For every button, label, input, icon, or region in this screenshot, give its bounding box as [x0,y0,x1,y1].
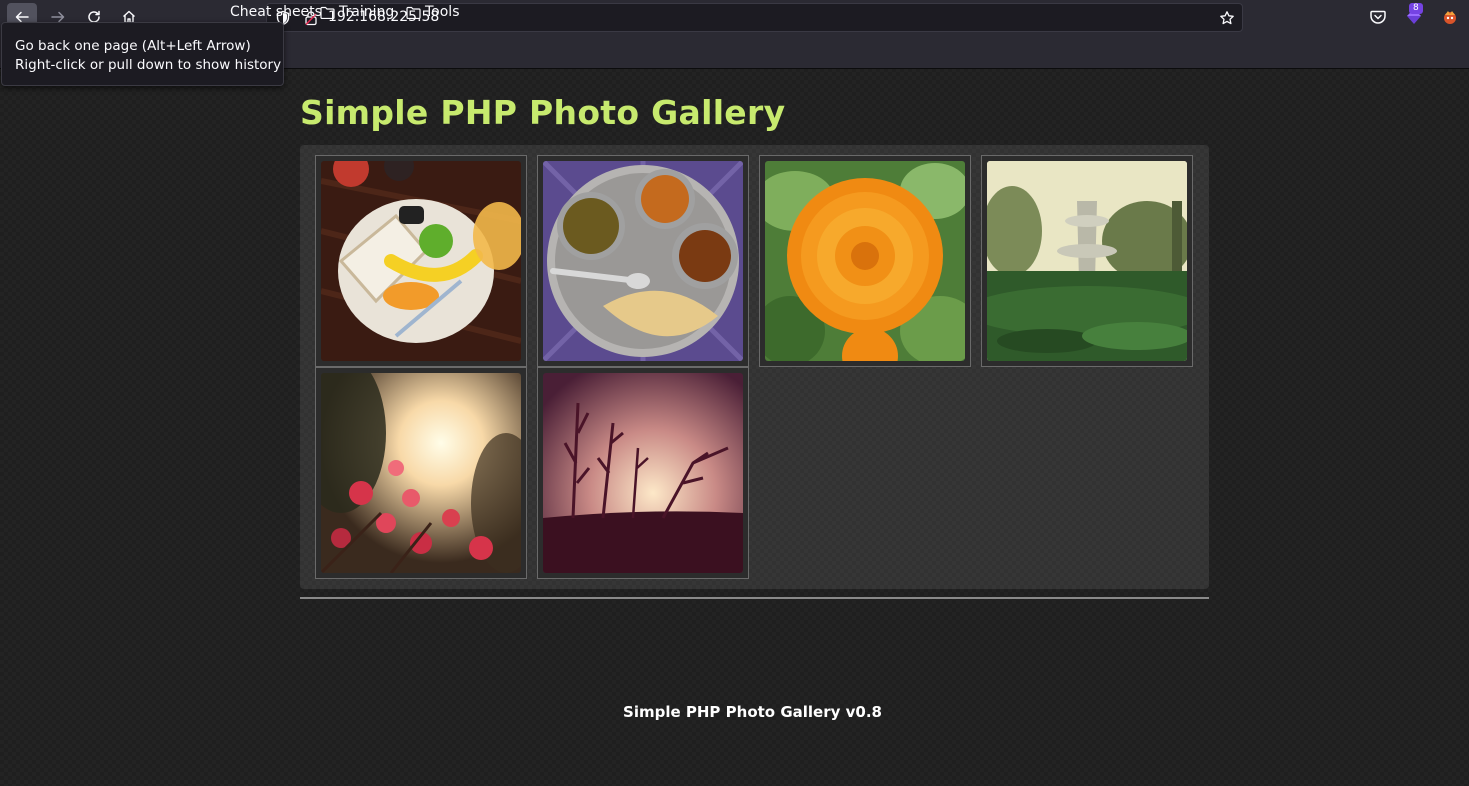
photo-gallery [300,145,1209,589]
pocket-icon[interactable] [1369,8,1387,26]
gallery-thumbnail-breakfast[interactable] [315,155,527,367]
gallery-thumbnail-fountain[interactable] [981,155,1193,367]
tooltip-line: Go back one page (Alt+Left Arrow) [15,38,251,54]
photo-image [543,161,743,361]
extension-badge: 8 [1409,3,1423,14]
photo-image [543,373,743,573]
divider [300,597,1209,599]
bookmark-training[interactable]: Training [320,4,394,20]
gallery-thumbnail-silhouette[interactable] [537,367,749,579]
gallery-thumbnail-thali[interactable] [537,155,749,367]
folder-icon [320,6,335,19]
bookmark-label: Cheat sheets [230,4,322,20]
tooltip-line: Right-click or pull down to show history [15,57,282,73]
gallery-thumbnail-bougainvillea[interactable] [315,367,527,579]
back-button-tooltip: Go back one page (Alt+Left Arrow) Right-… [1,22,284,86]
page-title: Simple PHP Photo Gallery [300,93,786,132]
bookmark-label: Training [339,4,395,20]
star-icon[interactable] [1219,10,1235,26]
footer-text: Simple PHP Photo Gallery v0.8 [623,703,882,721]
photo-image [987,161,1187,361]
bookmark-cheat-sheets[interactable]: Cheat sheets [230,4,322,20]
bookmark-tools[interactable]: Tools [406,4,460,20]
folder-icon [406,6,421,19]
photo-image [765,161,965,361]
photo-image [321,373,521,573]
profile-icon[interactable] [1441,8,1459,26]
extension-button[interactable]: 8 [1405,3,1423,26]
gallery-thumbnail-flower[interactable] [759,155,971,367]
photo-image [321,161,521,361]
bookmark-label: Tools [425,4,460,20]
